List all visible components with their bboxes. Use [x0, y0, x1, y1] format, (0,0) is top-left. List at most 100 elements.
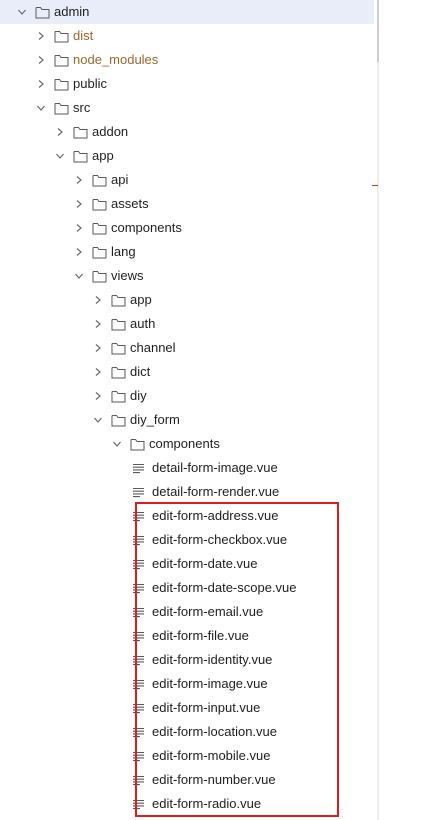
tree-folder-row[interactable]: diy_form — [0, 408, 374, 432]
chevron-down-icon[interactable] — [16, 0, 28, 24]
tree-file-row[interactable]: edit-form-checkbox.vue — [0, 528, 374, 552]
chevron-right-icon[interactable] — [73, 168, 85, 192]
tree-file-row[interactable]: edit-form-location.vue — [0, 720, 374, 744]
tree-item-label: api — [111, 172, 129, 187]
folder-icon — [53, 48, 69, 72]
folder-icon — [129, 432, 145, 456]
tree-item-label: detail-form-image.vue — [152, 460, 278, 475]
chevron-right-icon[interactable] — [92, 336, 104, 360]
chevron-down-icon[interactable] — [73, 264, 85, 288]
tree-item-label: node_modules — [73, 52, 159, 67]
tree-folder-row[interactable]: dict — [0, 360, 374, 384]
file-lines-icon — [130, 576, 146, 600]
chevron-down-icon[interactable] — [35, 96, 47, 120]
tree-folder-row[interactable]: auth — [0, 312, 374, 336]
tree-folder-row[interactable]: dist — [0, 24, 374, 48]
chevron-right-icon[interactable] — [54, 120, 66, 144]
file-lines-icon — [130, 744, 146, 768]
file-lines-icon — [130, 480, 146, 504]
tree-folder-row[interactable]: diy — [0, 384, 374, 408]
tree-folder-row[interactable]: channel — [0, 336, 374, 360]
file-lines-icon — [130, 528, 146, 552]
chevron-down-icon[interactable] — [92, 408, 104, 432]
tree-file-row[interactable]: edit-form-radio.vue — [0, 792, 374, 816]
folder-icon — [53, 72, 69, 96]
file-lines-icon — [130, 696, 146, 720]
chevron-down-icon[interactable] — [111, 432, 123, 456]
folder-icon — [110, 312, 126, 336]
chevron-right-icon[interactable] — [92, 360, 104, 384]
tree-file-row[interactable]: edit-form-number.vue — [0, 768, 374, 792]
file-lines-icon — [130, 768, 146, 792]
explorer-scrollbar-track[interactable] — [377, 0, 379, 820]
file-lines-icon — [130, 648, 146, 672]
tree-folder-row[interactable]: assets — [0, 192, 374, 216]
explorer-scrollbar-thumb[interactable] — [377, 0, 379, 62]
folder-icon — [91, 168, 107, 192]
tree-file-row[interactable]: edit-form-input.vue — [0, 696, 374, 720]
file-lines-icon — [130, 624, 146, 648]
tree-folder-row[interactable]: components — [0, 216, 374, 240]
folder-icon — [72, 144, 88, 168]
tree-file-row[interactable]: edit-form-email.vue — [0, 600, 374, 624]
folder-icon — [91, 240, 107, 264]
tree-item-label: components — [111, 220, 182, 235]
file-lines-icon — [130, 504, 146, 528]
tree-item-label: assets — [111, 196, 149, 211]
file-lines-icon — [130, 720, 146, 744]
tree-item-label: edit-form-number.vue — [152, 772, 276, 787]
chevron-right-icon[interactable] — [73, 192, 85, 216]
folder-icon — [110, 336, 126, 360]
chevron-right-icon[interactable] — [35, 48, 47, 72]
tree-item-label: edit-form-mobile.vue — [152, 748, 271, 763]
chevron-down-icon[interactable] — [54, 144, 66, 168]
chevron-right-icon[interactable] — [73, 240, 85, 264]
file-lines-icon — [130, 792, 146, 816]
chevron-right-icon[interactable] — [92, 312, 104, 336]
chevron-right-icon[interactable] — [92, 384, 104, 408]
folder-icon — [34, 0, 50, 24]
file-lines-icon — [130, 672, 146, 696]
tree-folder-row[interactable]: node_modules — [0, 48, 374, 72]
tree-folder-row[interactable]: views — [0, 264, 374, 288]
file-lines-icon — [130, 600, 146, 624]
chevron-right-icon[interactable] — [73, 216, 85, 240]
folder-icon — [91, 216, 107, 240]
tree-folder-row[interactable]: lang — [0, 240, 374, 264]
tree-item-label: channel — [130, 340, 176, 355]
tree-file-row[interactable]: edit-form-address.vue — [0, 504, 374, 528]
folder-icon — [110, 360, 126, 384]
tree-folder-row[interactable]: components — [0, 432, 374, 456]
tree-folder-row[interactable]: src — [0, 96, 374, 120]
tree-file-row[interactable]: edit-form-image.vue — [0, 672, 374, 696]
tree-folder-row[interactable]: addon — [0, 120, 374, 144]
tree-folder-row[interactable]: public — [0, 72, 374, 96]
tree-folder-row[interactable]: api — [0, 168, 374, 192]
tree-folder-row[interactable]: admin — [0, 0, 374, 24]
chevron-right-icon[interactable] — [92, 288, 104, 312]
tree-item-label: edit-form-date.vue — [152, 556, 258, 571]
chevron-right-icon[interactable] — [35, 72, 47, 96]
tree-file-row[interactable]: edit-form-mobile.vue — [0, 744, 374, 768]
tree-folder-row[interactable]: app — [0, 144, 374, 168]
tree-file-row[interactable]: edit-form-date.vue — [0, 552, 374, 576]
tree-file-row[interactable]: detail-form-image.vue — [0, 456, 374, 480]
tree-item-label: public — [73, 76, 107, 91]
tree-file-row[interactable]: detail-form-render.vue — [0, 480, 374, 504]
tree-file-row[interactable]: edit-form-date-scope.vue — [0, 576, 374, 600]
tree-item-label: edit-form-email.vue — [152, 604, 264, 619]
tree-item-label: src — [73, 100, 91, 115]
folder-icon — [91, 264, 107, 288]
chevron-right-icon[interactable] — [35, 24, 47, 48]
tree-item-label: views — [111, 268, 144, 283]
tree-file-row[interactable]: edit-form-file.vue — [0, 624, 374, 648]
tree-folder-row[interactable]: app — [0, 288, 374, 312]
tree-item-label: edit-form-identity.vue — [152, 652, 273, 667]
folder-icon — [110, 408, 126, 432]
folder-icon — [110, 288, 126, 312]
scrollbar-change-marker — [372, 185, 378, 186]
tree-item-label: auth — [130, 316, 156, 331]
tree-item-label: dict — [130, 364, 151, 379]
tree-item-label: lang — [111, 244, 136, 259]
tree-file-row[interactable]: edit-form-identity.vue — [0, 648, 374, 672]
